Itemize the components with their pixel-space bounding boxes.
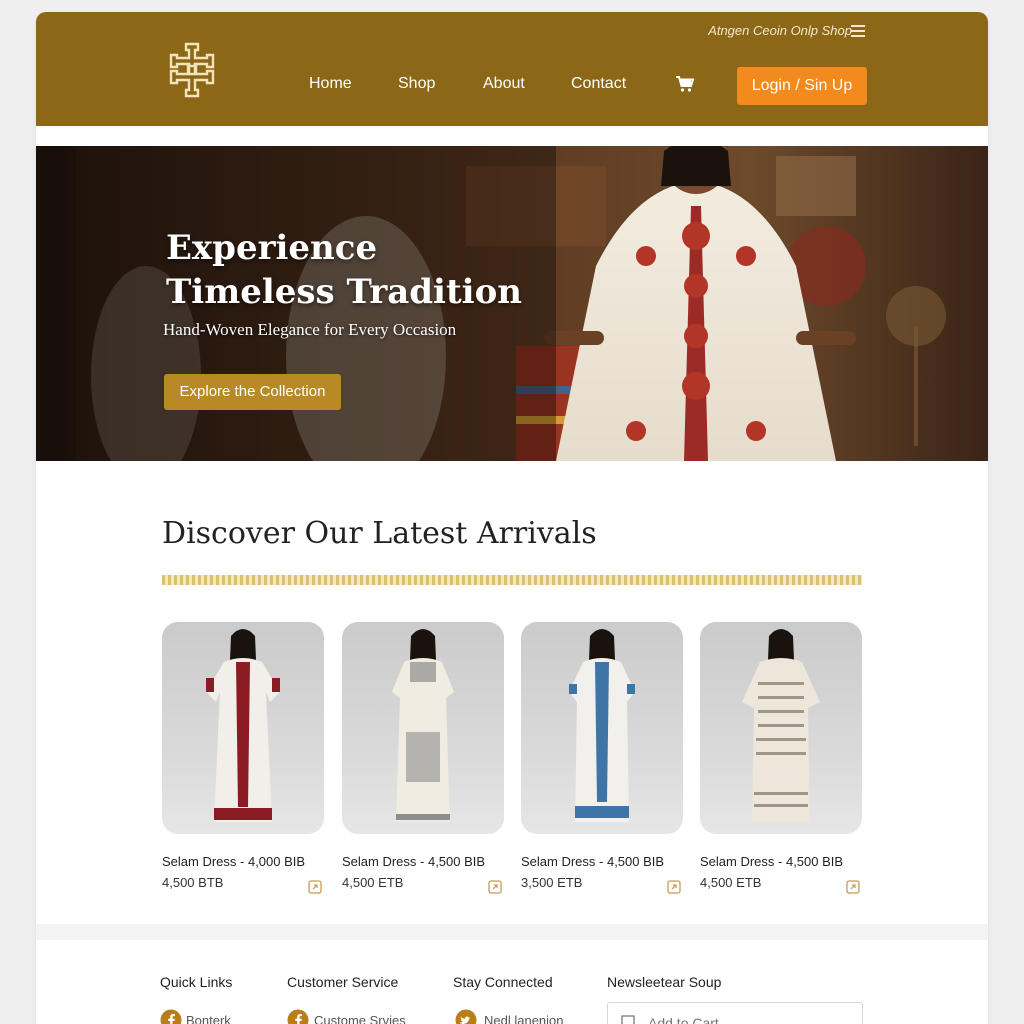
explore-collection-button[interactable]: Explore the Collection [164,374,341,410]
tag-icon[interactable] [308,880,322,894]
product-card[interactable]: Selam Dress - 4,500 BIB 4,500 ETB [700,622,862,902]
product-price: 4,500 BTB [162,875,224,890]
hero-subtitle: Hand-Woven Elegance for Every Occasion [163,320,457,339]
dress-figure [569,629,635,822]
footer-link[interactable]: Bonterk [186,1013,231,1024]
nav-shop[interactable]: Shop [398,75,435,93]
page: Atngen Ceoin Onlp Shop Home Shop About C… [36,12,988,1024]
nav-about[interactable]: About [483,75,525,93]
comment-icon [621,1015,635,1024]
product-name: Selam Dress - 4,500 BIB [342,854,486,869]
facebook-icon[interactable] [160,1009,182,1024]
section-title: Discover Our Latest Arrivals [162,516,597,551]
product-card[interactable]: Selam Dress - 4,500 BIB 3,500 ETB [521,622,683,902]
tag-icon[interactable] [667,880,681,894]
tag-icon[interactable] [488,880,502,894]
product-card[interactable]: Selam Dress - 4,500 BIB 4,500 ETB [342,622,504,902]
header-top-text: Atngen Ceoin Onlp Shop [708,23,852,38]
hero-banner: Experience Timeless Tradition Hand-Woven… [36,146,988,461]
product-price: 4,500 ETB [700,875,762,890]
dress-figure [742,629,820,822]
product-price: 4,500 ETB [342,875,404,890]
hero-title-line2: Timeless Tradition [166,272,522,312]
product-name: Selam Dress - 4,500 BIB [700,854,844,869]
product-image[interactable] [700,622,862,834]
footer-link[interactable]: Nedl lanenion [484,1013,564,1024]
footer-heading-stay-connected: Stay Connected [453,974,553,990]
footer-link[interactable]: Custome Srvies [314,1013,406,1024]
nav-home[interactable]: Home [309,75,352,93]
footer-heading-quick-links: Quick Links [160,974,233,990]
header-gap [36,126,988,146]
product-name: Selam Dress - 4,000 BIB [162,854,306,869]
dress-figure [206,629,280,822]
hamburger-icon[interactable] [851,25,865,37]
hero-title: Experience Timeless Tradition [166,226,546,314]
ornamental-divider [162,575,862,585]
tag-icon[interactable] [846,880,860,894]
newsletter-input[interactable] [646,1003,860,1024]
dress-figure [392,629,454,822]
product-price: 3,500 ETB [521,875,583,890]
product-image[interactable] [521,622,683,834]
facebook-icon[interactable] [287,1009,309,1024]
site-footer: Quick Links Customer Service Stay Connec… [36,924,988,1024]
product-image[interactable] [162,622,324,834]
login-signup-button[interactable]: Login / Sin Up [737,67,867,105]
product-image[interactable] [342,622,504,834]
hero-title-line1: Experience [166,228,378,268]
footer-heading-newsletter: Newsleetear Soup [607,974,722,990]
newsletter-field[interactable] [607,1002,863,1024]
nav-contact[interactable]: Contact [571,75,626,93]
product-card[interactable]: Selam Dress - 4,000 BIB 4,500 BTB [162,622,324,902]
cart-icon[interactable] [675,75,695,93]
site-header: Atngen Ceoin Onlp Shop Home Shop About C… [36,12,988,126]
twitter-icon[interactable] [455,1009,477,1024]
product-name: Selam Dress - 4,500 BIB [521,854,665,869]
footer-heading-customer-service: Customer Service [287,974,399,990]
